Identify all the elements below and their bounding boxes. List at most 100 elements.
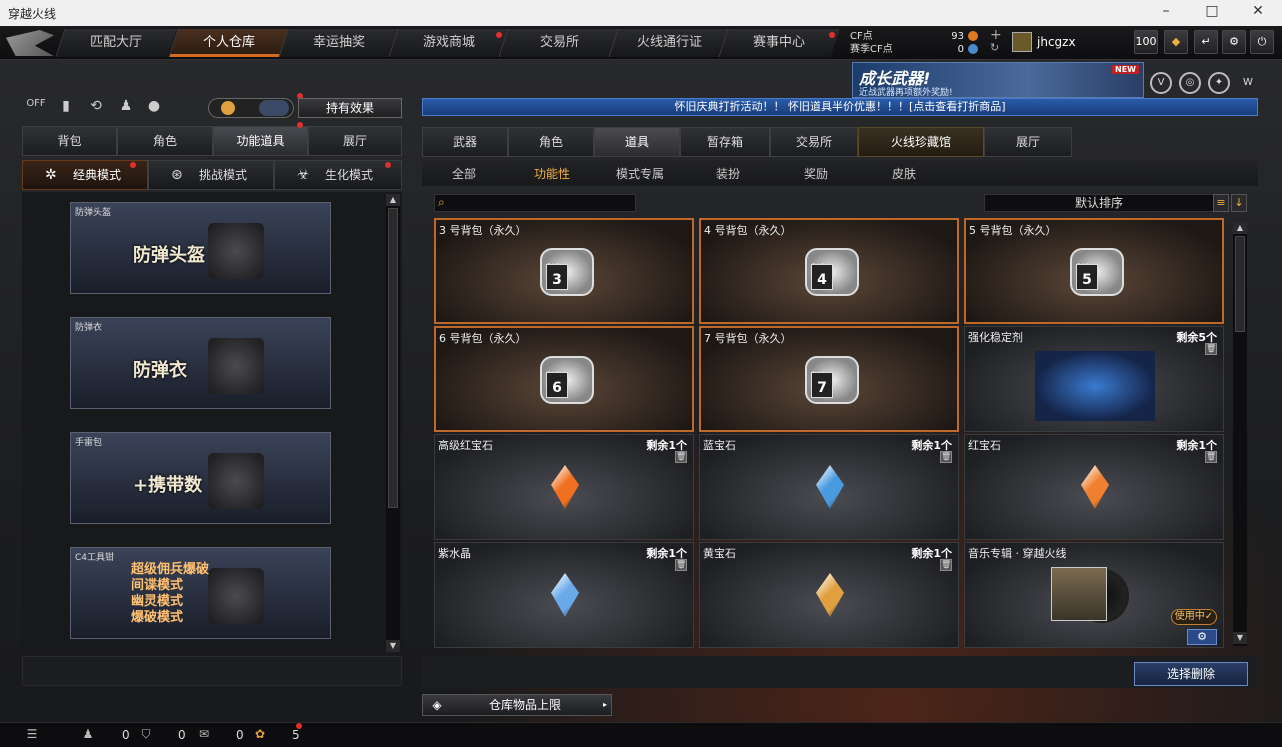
subtab-skin[interactable]: 皮肤 <box>892 165 916 182</box>
avatar[interactable] <box>1012 32 1032 52</box>
trash-icon[interactable]: 🗑 <box>1205 343 1217 355</box>
mode-tab-bio[interactable]: ☣ 生化模式 <box>274 160 402 190</box>
refresh-icon[interactable]: ↻ <box>990 41 999 54</box>
backpack-icon: BAG4 <box>805 248 859 296</box>
nav-tab-exchange[interactable]: 交易所 <box>498 29 620 57</box>
gear-icon[interactable]: ⚙ <box>1222 30 1246 54</box>
gift-notify-dot <box>296 723 302 729</box>
item-card[interactable]: 高级红宝石 剩余1个 🗑 <box>434 434 694 540</box>
right-tab-exchange[interactable]: 交易所 <box>770 127 858 157</box>
target-icon[interactable]: ◎ <box>1179 72 1201 94</box>
gear-icon[interactable]: ⚙ <box>1187 629 1217 645</box>
right-tab-weapons[interactable]: 武器 <box>422 127 508 157</box>
character-icon[interactable]: ♟ <box>116 98 136 118</box>
item-card[interactable]: 3 号背包（永久） BAG3 <box>434 218 694 324</box>
item-card[interactable]: 音乐专辑 · 穿越火线 使用中✓ ⚙ <box>964 542 1224 648</box>
item-card[interactable]: 红宝石 剩余1个 🗑 <box>964 434 1224 540</box>
menu-icon[interactable]: ☰ <box>24 727 40 743</box>
power-icon[interactable]: ⏻ <box>1250 30 1274 54</box>
subtab-outfit[interactable]: 装扮 <box>716 165 740 182</box>
toggle-off-icon[interactable]: OFF <box>26 98 46 118</box>
scroll-up-icon[interactable]: ▲ <box>1233 222 1247 234</box>
close-button[interactable]: ✕ <box>1248 3 1268 19</box>
item-name: 黄宝石 <box>703 547 736 560</box>
scroll-up-icon[interactable]: ▲ <box>386 194 400 206</box>
trash-icon[interactable]: 🗑 <box>940 451 952 463</box>
return-icon[interactable]: ↵ <box>1194 30 1218 54</box>
left-tab-backpack[interactable]: 背包 <box>22 126 117 156</box>
gift-icon[interactable]: ✿ <box>252 727 268 743</box>
minimize-button[interactable]: – <box>1156 3 1176 19</box>
scroll-down-icon[interactable]: ▼ <box>1233 632 1247 644</box>
event-marquee[interactable]: 怀旧庆典打折活动！！ 怀旧道具半价优惠！！！[点击查看打折商品] <box>422 98 1258 116</box>
search-icon: ⌕ <box>438 195 445 209</box>
trash-icon[interactable]: 🗑 <box>1205 451 1217 463</box>
badge-v-icon[interactable]: V <box>1150 72 1172 94</box>
right-tab-characters[interactable]: 角色 <box>508 127 594 157</box>
item-card[interactable]: 强化稳定剂 剩余5个 🗑 <box>964 326 1224 432</box>
item-card[interactable]: 蓝宝石 剩余1个 🗑 <box>699 434 959 540</box>
item-card[interactable]: 黄宝石 剩余1个 🗑 <box>699 542 959 648</box>
right-tab-showroom[interactable]: 展厅 <box>984 127 1072 157</box>
right-scrollbar[interactable]: ▲ ▼ <box>1233 222 1247 646</box>
nav-tab-lottery[interactable]: 幸运抽奖 <box>278 29 400 57</box>
item-card[interactable]: 4 号背包（永久） BAG4 <box>699 218 959 324</box>
friends-count: 0 <box>122 728 130 742</box>
trash-icon[interactable]: 🗑 <box>675 559 687 571</box>
item-card[interactable]: 7 号背包（永久） BAG7 <box>699 326 959 432</box>
nav-tab-inventory[interactable]: 个人仓库 <box>168 29 290 57</box>
item-card[interactable]: 6 号背包（永久） BAG6 <box>434 326 694 432</box>
chat-icon[interactable]: ✉ <box>196 727 212 743</box>
left-tab-showroom[interactable]: 展厅 <box>308 126 402 156</box>
rank-shield-icon[interactable]: ◆ <box>1164 30 1188 54</box>
select-delete-button[interactable]: 选择删除 <box>1134 662 1248 686</box>
grenade-icon[interactable]: ● <box>144 98 164 118</box>
list-view-icon[interactable]: ≡ <box>1213 194 1229 212</box>
classic-notify-dot <box>130 162 136 168</box>
subtab-functional[interactable]: 功能性 <box>534 165 570 182</box>
stats-icon[interactable]: ▮ <box>56 98 76 118</box>
list-item[interactable]: 防弹头盔 防弹头盔 <box>70 202 331 294</box>
mode-tab-challenge[interactable]: ⊛ 挑战模式 <box>148 160 274 190</box>
left-tab-character[interactable]: 角色 <box>117 126 213 156</box>
left-tab-function[interactable]: 功能道具 <box>213 126 308 156</box>
right-tab-collection[interactable]: 火线珍藏馆 <box>858 127 984 157</box>
maximize-button[interactable]: □ <box>1202 3 1222 19</box>
list-item[interactable]: 防弹衣 防弹衣 <box>70 317 331 409</box>
sort-desc-icon[interactable]: ↓ <box>1231 194 1247 212</box>
right-tab-storage[interactable]: 暂存箱 <box>680 127 770 157</box>
subtab-all[interactable]: 全部 <box>452 165 476 182</box>
bag-number: 3 <box>546 264 568 290</box>
capacity-button[interactable]: ◈ 仓库物品上限 ▸ <box>422 694 612 716</box>
nav-tab-events[interactable]: 赛事中心 <box>718 29 840 57</box>
hold-effect-button[interactable]: 持有效果 <box>298 98 402 118</box>
list-item[interactable]: C4工具钳 超级佣兵爆破 间谍模式 幽灵模式 爆破模式 <box>70 547 331 639</box>
left-scrollbar[interactable]: ▲ ▼ <box>386 194 400 652</box>
subtab-mode[interactable]: 模式专属 <box>616 165 664 182</box>
nav-tab-lobby[interactable]: 匹配大厅 <box>55 29 177 57</box>
scroll-thumb[interactable] <box>1235 236 1245 332</box>
list-item[interactable]: 手雷包 +携带数 <box>70 432 331 524</box>
scroll-down-icon[interactable]: ▼ <box>386 640 400 652</box>
level-badge[interactable]: 100 <box>1134 30 1158 54</box>
item-card[interactable]: 紫水晶 剩余1个 🗑 <box>434 542 694 648</box>
in-use-badge[interactable]: 使用中✓ <box>1171 609 1217 625</box>
cf-points-values: 93 0 <box>940 30 964 56</box>
item-card[interactable]: 5 号背包（永久） BAG5 <box>964 218 1224 324</box>
w-logo-icon[interactable]: W <box>1237 72 1259 94</box>
trash-icon[interactable]: 🗑 <box>940 559 952 571</box>
subtab-reward[interactable]: 奖励 <box>804 165 828 182</box>
promo-banner[interactable]: 成长武器! 近战武器再项额外奖励! NEW <box>852 62 1144 98</box>
sort-select[interactable]: 默认排序 <box>984 194 1214 212</box>
nav-tab-shop[interactable]: 游戏商城 <box>388 29 510 57</box>
friends-icon[interactable]: ♟ <box>80 727 96 743</box>
scroll-thumb[interactable] <box>388 208 398 508</box>
view-toggle[interactable] <box>208 98 294 118</box>
search-input[interactable]: ⌕ <box>434 194 636 212</box>
sword-badge-icon[interactable]: ✦ <box>1208 72 1230 94</box>
right-tab-items[interactable]: 道具 <box>594 127 680 157</box>
nav-tab-pass[interactable]: 火线通行证 <box>608 29 730 57</box>
trash-icon[interactable]: 🗑 <box>675 451 687 463</box>
history-icon[interactable]: ⟲ <box>86 98 106 118</box>
clan-shield-icon[interactable]: ⛉ <box>138 727 154 743</box>
